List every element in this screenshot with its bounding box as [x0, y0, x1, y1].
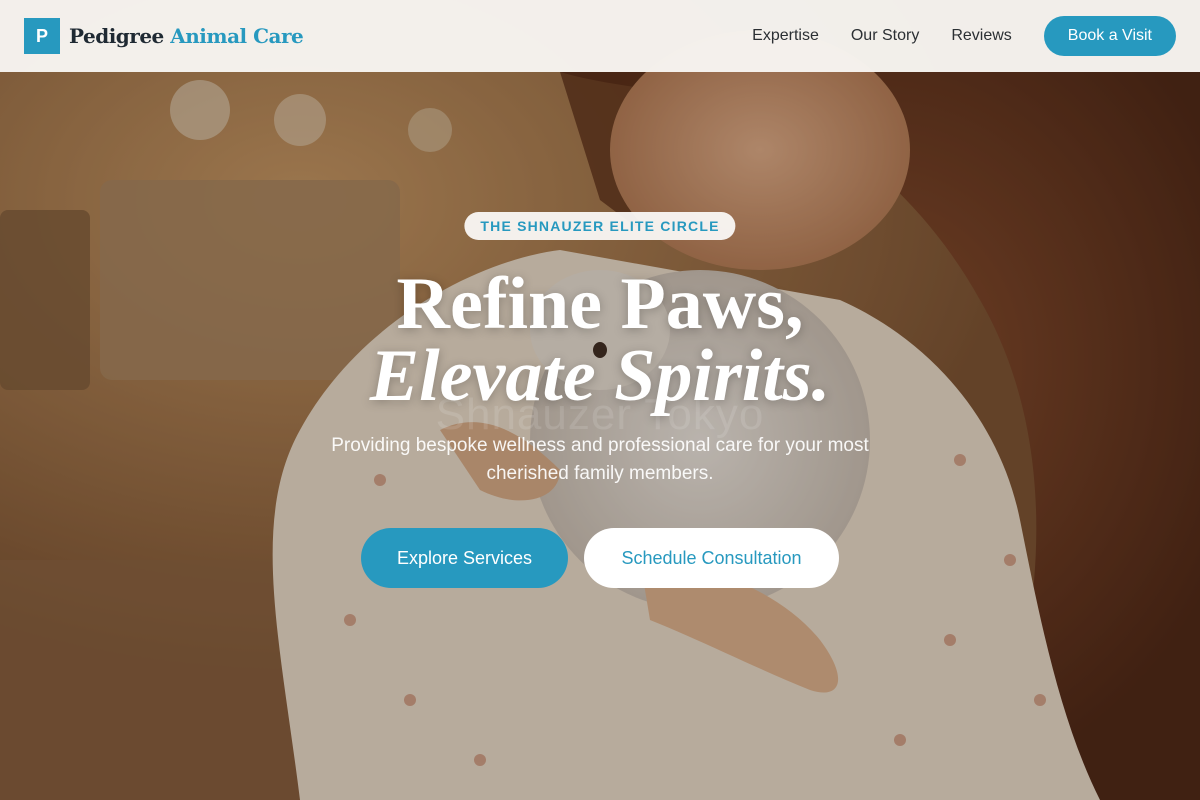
logo-mark-icon: P — [24, 18, 60, 54]
nav-link-reviews[interactable]: Reviews — [951, 27, 1011, 45]
book-visit-button[interactable]: Book a Visit — [1043, 16, 1176, 56]
hero-badge: THE SHNAUZER ELITE CIRCLE — [464, 212, 736, 240]
nav-link-our-story[interactable]: Our Story — [851, 27, 919, 45]
brand-name: Pedigree Animal Care — [69, 24, 304, 48]
nav-link-expertise[interactable]: Expertise — [752, 27, 819, 45]
hero-actions: Explore Services Schedule Consultation — [0, 528, 1200, 588]
hero-title-line2: Elevate Spirits. — [369, 335, 831, 417]
schedule-consultation-button[interactable]: Schedule Consultation — [584, 528, 839, 588]
hero-section: THE SHNAUZER ELITE CIRCLE Refine Paws, S… — [0, 72, 1200, 800]
top-navigation: P Pedigree Animal Care Expertise Our Sto… — [0, 0, 1200, 72]
brand-name-part2: Animal Care — [170, 24, 304, 48]
nav-links: Expertise Our Story Reviews Book a Visit — [752, 16, 1176, 56]
hero-subtitle: Providing bespoke wellness and professio… — [331, 435, 869, 484]
brand-logo[interactable]: P Pedigree Animal Care — [24, 18, 304, 54]
brand-name-part1: Pedigree — [69, 24, 164, 48]
explore-services-button[interactable]: Explore Services — [361, 528, 568, 588]
